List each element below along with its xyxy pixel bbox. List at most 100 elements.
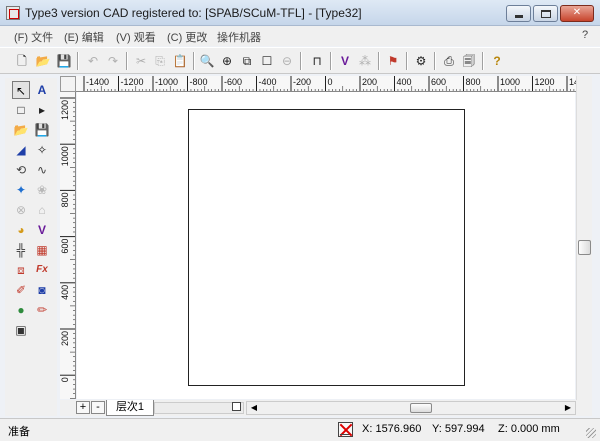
close-button[interactable]: ✕ xyxy=(560,5,594,22)
layer-tab[interactable]: 层次1 xyxy=(106,400,154,416)
print-icon[interactable]: ⎙ xyxy=(440,52,458,70)
ruler-label: 1000 xyxy=(60,146,70,166)
coord-y: Y: 597.994 xyxy=(432,423,485,435)
tool-palette: ↖ A □ ▸ 📂 💾 ◢ ✧ ⟲ ∿ ✦ ❀ ⊗ ⌂ ◕ V ╬ ▦ ⧈ Fx ✐ ◙ ● ✏ ▣ xyxy=(5,78,57,416)
scroll-left-icon[interactable]: ◀ xyxy=(247,402,261,414)
copy-icon[interactable]: ⎘ xyxy=(151,52,169,70)
camera-tool-icon[interactable]: ◙ xyxy=(33,281,51,299)
horizontal-ruler: -1400 -1200 -1000 -800 -600 -400 -200 0 200 400 60… xyxy=(76,76,584,92)
menu-file[interactable]: (F) 文件 xyxy=(14,29,53,45)
maximize-icon xyxy=(541,10,551,18)
vertical-scrollbar[interactable] xyxy=(576,76,592,400)
toolbar-separator xyxy=(77,52,79,70)
align-tool-icon[interactable]: ╬ xyxy=(12,241,30,259)
open-folder-icon[interactable]: 📂 xyxy=(34,52,52,70)
toolbar-separator xyxy=(193,52,195,70)
transform-tool-icon[interactable]: ⟲ xyxy=(12,161,30,179)
toolbar-separator xyxy=(330,52,332,70)
menu-edit[interactable]: (E) 编辑 xyxy=(64,29,104,45)
close-icon: ✕ xyxy=(572,7,582,18)
minimize-button[interactable] xyxy=(506,5,531,22)
fill-tool-icon[interactable]: ❀ xyxy=(33,181,51,199)
measure-icon[interactable]: ⊓ xyxy=(308,52,326,70)
main-toolbar: 🗋 📂 💾 ↶ ↷ ✂ ⎘ 📋 🔍 ⊕ ⧉ ☐ ⊖ ⊓ V ⁂ ⚑ ⚙ ⎙ 🗐 … xyxy=(0,47,600,74)
machine-disconnected-icon[interactable] xyxy=(338,422,353,437)
zoom-fit-icon[interactable]: ⧉ xyxy=(238,52,256,70)
coord-x: X: 1576.960 xyxy=(362,423,422,435)
ruler-label: 200 xyxy=(362,77,377,87)
horizontal-scroll-thumb[interactable] xyxy=(410,403,432,413)
zoom-icon[interactable]: 🔍 xyxy=(198,52,216,70)
resize-grip[interactable] xyxy=(586,428,596,438)
toolbar-separator xyxy=(482,52,484,70)
maximize-button[interactable] xyxy=(533,5,558,22)
app-icon[interactable] xyxy=(6,6,20,20)
ruler-label: -400 xyxy=(259,77,277,87)
pencil-tool-icon[interactable]: ✏ xyxy=(33,301,51,319)
scroll-right-icon[interactable]: ▶ xyxy=(561,402,575,414)
horizontal-scrollbar[interactable]: ◀ ▶ xyxy=(246,401,576,415)
horizontal-ruler-scale: -1400 -1200 -1000 -800 -600 -400 -200 0 200 400 60… xyxy=(83,76,584,91)
zoom-in-icon[interactable]: ⊕ xyxy=(218,52,236,70)
vertical-ruler: 1200 1000 800 600 400 200 0 xyxy=(60,92,76,399)
curve-tool-icon[interactable]: ∿ xyxy=(33,161,51,179)
layer-checkbox[interactable] xyxy=(232,402,241,411)
palette-tool-icon[interactable]: ◕ xyxy=(12,221,30,239)
menu-help[interactable]: ? xyxy=(582,29,588,41)
new-document-icon[interactable]: 🗋 xyxy=(13,52,31,70)
ruler-label: 800 xyxy=(466,77,481,87)
magic-wand-icon[interactable]: ⚑ xyxy=(384,52,402,70)
vector-tool-icon[interactable]: V xyxy=(33,221,51,239)
toolbar-separator xyxy=(126,52,128,70)
weld-tool-icon[interactable]: ⊗ xyxy=(12,201,30,219)
menu-change[interactable]: (C) 更改 xyxy=(167,29,207,45)
image-tool-icon[interactable]: ▣ xyxy=(12,321,30,339)
undo-icon[interactable]: ↶ xyxy=(84,52,102,70)
spray-tool-icon[interactable]: ✦ xyxy=(12,181,30,199)
coord-z: Z: 0.000 mm xyxy=(498,423,560,435)
select-arrow-icon[interactable]: ↖ xyxy=(12,81,30,99)
save-tool-icon[interactable]: 💾 xyxy=(33,121,51,139)
layer-bar: + - 层次1 ◀ ▶ xyxy=(60,400,592,416)
text-tool-icon[interactable]: A xyxy=(33,81,51,99)
ruler-label: 1000 xyxy=(500,77,520,87)
cut-icon[interactable]: ✂ xyxy=(132,52,150,70)
ruler-label: -1200 xyxy=(121,77,144,87)
zoom-out-icon[interactable]: ⊖ xyxy=(278,52,296,70)
grid-tool-icon[interactable]: ▦ xyxy=(33,241,51,259)
layer-tab-scroll[interactable] xyxy=(154,402,244,414)
menu-view[interactable]: (V) 观看 xyxy=(116,29,156,45)
magic-tool-icon[interactable]: ✧ xyxy=(33,141,51,159)
ruler-label: -200 xyxy=(293,77,311,87)
window-title: Type3 version CAD registered to: [SPAB/S… xyxy=(25,6,362,20)
redo-icon[interactable]: ↷ xyxy=(104,52,122,70)
add-layer-button[interactable]: + xyxy=(76,401,90,414)
ruler-label: 600 xyxy=(431,77,446,87)
open-file-tool-icon[interactable]: 📂 xyxy=(12,121,30,139)
knife-tool-icon[interactable]: ◢ xyxy=(12,141,30,159)
vertical-ruler-scale: 1200 1000 800 600 400 200 0 xyxy=(60,97,75,399)
ruler-label: 1200 xyxy=(60,100,70,120)
v-carve-icon[interactable]: V xyxy=(336,52,354,70)
engrave-tool-icon[interactable]: ✐ xyxy=(12,281,30,299)
toolbar-separator xyxy=(378,52,380,70)
lock-tool-icon[interactable]: ⌂ xyxy=(33,201,51,219)
function-tool-icon[interactable]: Fx xyxy=(33,261,51,279)
save-icon[interactable]: 💾 xyxy=(55,52,73,70)
print-preview-icon[interactable]: 🗐 xyxy=(460,52,478,70)
paste-icon[interactable]: 📋 xyxy=(171,52,189,70)
node-edit-icon[interactable]: ▸ xyxy=(33,101,51,119)
text-grid-icon[interactable]: ⁂ xyxy=(356,52,374,70)
ruler-corner[interactable] xyxy=(60,76,76,92)
ruler-label: -1400 xyxy=(86,77,109,87)
ref-tool-icon[interactable]: ● xyxy=(12,301,30,319)
vertical-scroll-thumb[interactable] xyxy=(578,240,591,255)
drawing-canvas[interactable] xyxy=(77,92,575,399)
remove-layer-button[interactable]: - xyxy=(91,401,105,414)
menu-machine[interactable]: 操作机器 xyxy=(217,29,261,45)
page-view-icon[interactable]: ☐ xyxy=(258,52,276,70)
help-icon[interactable]: ? xyxy=(488,52,506,70)
machine-icon[interactable]: ⚙ xyxy=(412,52,430,70)
rectangle-tool-icon[interactable]: □ xyxy=(12,101,30,119)
offset-tool-icon[interactable]: ⧈ xyxy=(12,261,30,279)
